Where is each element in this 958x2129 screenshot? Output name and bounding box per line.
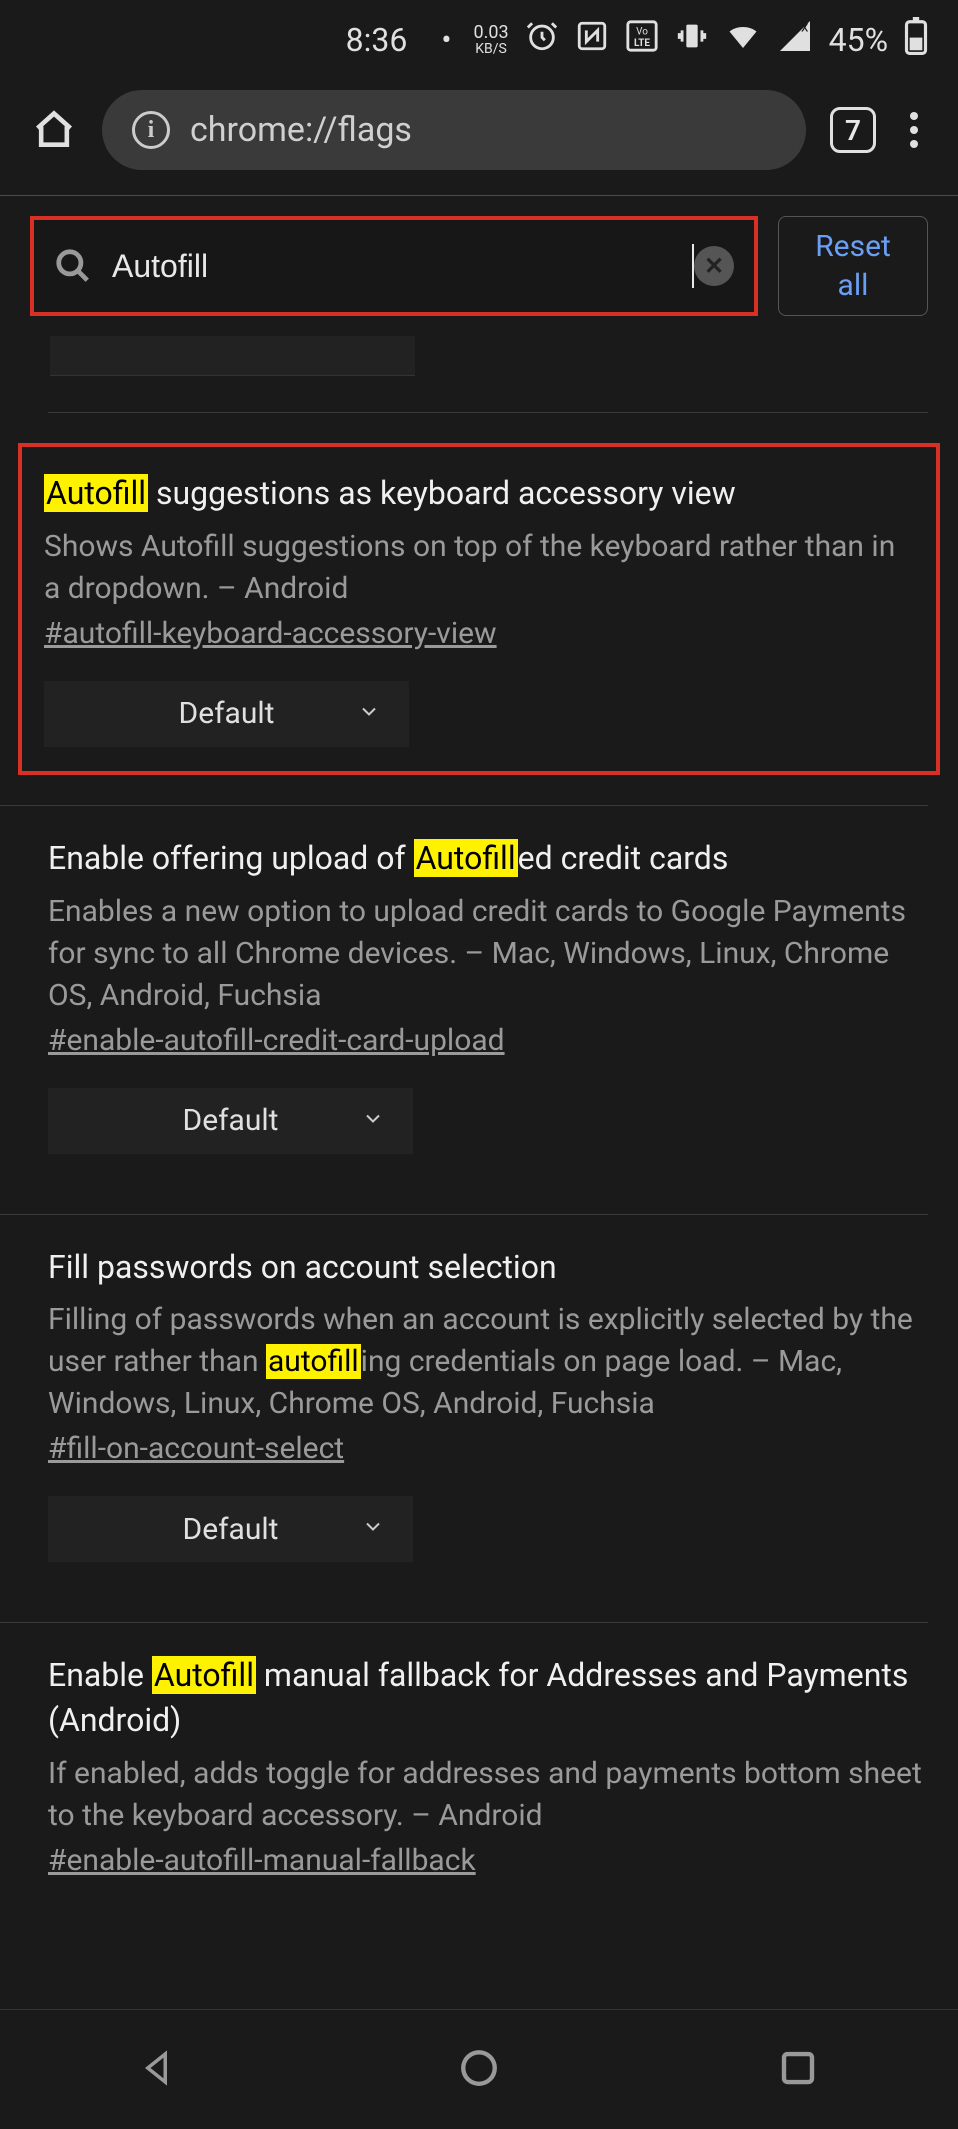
- status-bar: 8:36 • 0.03 KB/S VoLTE x 45%: [0, 0, 958, 80]
- flag-item-fill-on-account-select: Fill passwords on account selection Fill…: [0, 1214, 928, 1593]
- svg-text:x: x: [801, 18, 809, 36]
- flags-search-row: ✕ Reset all: [0, 196, 958, 336]
- svg-text:LTE: LTE: [634, 38, 650, 49]
- flag-select-partial[interactable]: [50, 336, 415, 376]
- vibrate-icon: [675, 19, 709, 61]
- flag-title: Fill passwords on account selection: [48, 1245, 928, 1290]
- site-info-icon[interactable]: i: [132, 111, 170, 149]
- chevron-down-icon: [361, 1512, 385, 1547]
- flag-anchor-link[interactable]: #enable-autofill-manual-fallback: [48, 1843, 476, 1878]
- flags-search-input[interactable]: [92, 248, 710, 285]
- url-text: chrome://flags: [190, 110, 412, 150]
- flag-anchor-link[interactable]: #autofill-keyboard-accessory-view: [44, 616, 497, 651]
- flag-title: Enable offering upload of Autofilled cre…: [48, 836, 928, 881]
- battery-icon: [904, 17, 928, 63]
- volte-icon: VoLTE: [625, 19, 659, 61]
- status-time: 8:36: [346, 21, 408, 59]
- battery-percent: 45%: [829, 21, 888, 59]
- tab-switcher-button[interactable]: 7: [830, 107, 876, 153]
- flag-title: Enable Autofill manual fallback for Addr…: [48, 1653, 928, 1743]
- chevron-down-icon: [361, 1103, 385, 1138]
- highlight: autofill: [266, 1344, 361, 1379]
- flag-title: Autofill suggestions as keyboard accesso…: [44, 471, 914, 516]
- home-nav-button[interactable]: [458, 2047, 500, 2093]
- signal-icon: x: [777, 18, 813, 62]
- wifi-icon: [725, 18, 761, 62]
- browser-toolbar: i chrome://flags 7: [0, 80, 958, 180]
- alarm-icon: [525, 19, 559, 61]
- flag-anchor-link[interactable]: #fill-on-account-select: [48, 1431, 344, 1466]
- address-bar[interactable]: i chrome://flags: [102, 90, 806, 170]
- status-dot: •: [441, 23, 451, 58]
- flags-search-box[interactable]: ✕: [30, 216, 758, 316]
- flag-select[interactable]: Default: [48, 1496, 413, 1562]
- back-button[interactable]: [139, 2047, 181, 2093]
- status-network-speed: 0.03 KB/S: [473, 24, 508, 56]
- search-icon: [54, 247, 92, 285]
- flag-select[interactable]: Default: [48, 1088, 413, 1154]
- reset-all-button[interactable]: Reset all: [778, 216, 928, 316]
- flag-item-autofill-keyboard-accessory: Autofill suggestions as keyboard accesso…: [18, 443, 940, 775]
- flag-description: Shows Autofill suggestions on top of the…: [44, 526, 914, 610]
- recents-button[interactable]: [777, 2047, 819, 2093]
- clear-search-button[interactable]: ✕: [694, 246, 734, 286]
- home-button[interactable]: [30, 106, 78, 154]
- svg-text:Vo: Vo: [636, 27, 648, 38]
- highlight: Autofill: [44, 474, 148, 512]
- flag-description: Enables a new option to upload credit ca…: [48, 891, 928, 1017]
- highlight: Autofill: [414, 839, 518, 877]
- nfc-icon: [575, 19, 609, 61]
- flag-description: Filling of passwords when an account is …: [48, 1299, 928, 1425]
- flag-item-manual-fallback: Enable Autofill manual fallback for Addr…: [0, 1622, 928, 1888]
- highlight: Autofill: [152, 1656, 256, 1694]
- chevron-down-icon: [357, 696, 381, 731]
- overflow-menu-button[interactable]: [900, 112, 928, 148]
- flag-select[interactable]: Default: [44, 681, 409, 747]
- flag-anchor-link[interactable]: #enable-autofill-credit-card-upload: [48, 1023, 505, 1058]
- flag-description: If enabled, adds toggle for addresses an…: [48, 1753, 928, 1837]
- system-nav-bar: [0, 2009, 958, 2129]
- flag-item-credit-card-upload: Enable offering upload of Autofilled cre…: [0, 805, 928, 1184]
